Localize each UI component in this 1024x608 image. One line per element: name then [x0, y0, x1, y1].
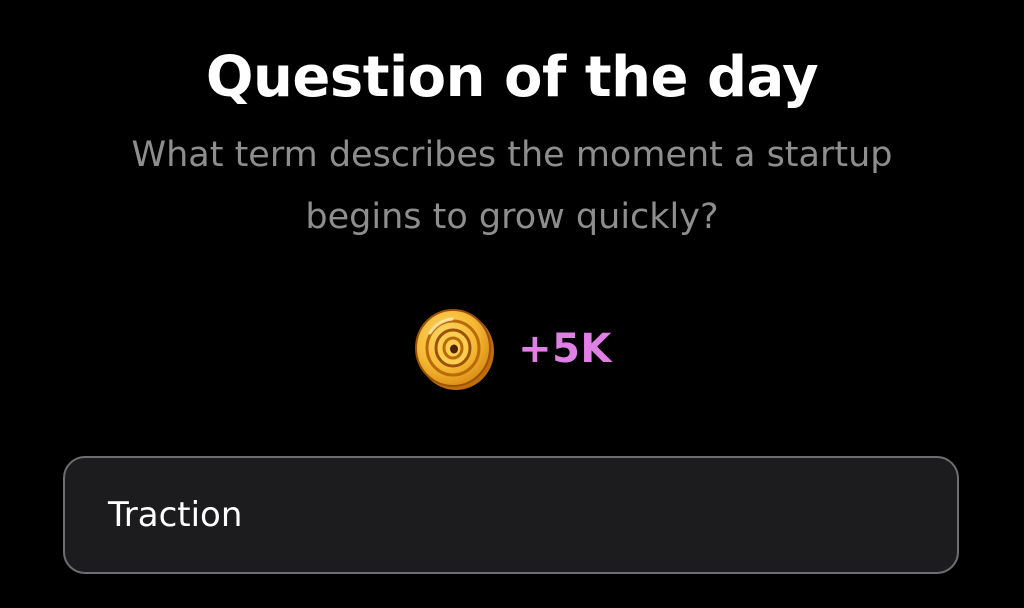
page-title: Question of the day: [205, 45, 819, 110]
answer-option-label: Traction: [108, 495, 243, 535]
coin-icon: [415, 309, 495, 390]
question-text: What term describes the moment a startup…: [131, 135, 893, 237]
answer-option-button[interactable]: Traction: [63, 456, 959, 574]
reward-row: +5K: [0, 306, 1024, 392]
reward-amount: +5K: [518, 326, 612, 372]
